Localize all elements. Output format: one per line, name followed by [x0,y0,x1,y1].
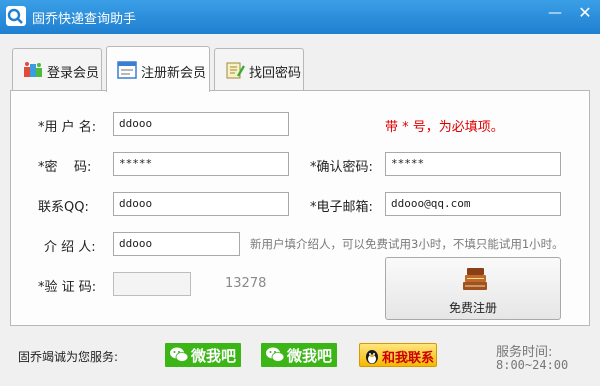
wechat-label-2: 微我吧 [287,347,333,365]
tab-login-label: 登录会员 [47,66,100,81]
captcha-input[interactable] [113,272,191,296]
referrer-label: 介 绍 人: [44,240,96,255]
window-title: 固乔快递查询助手 [32,12,137,27]
required-note: 带 * 号，为必填项。 [385,120,504,135]
login-members-icon [23,61,43,79]
close-button[interactable]: ✕ [570,0,600,28]
tab-recover-label: 找回密码 [249,66,302,81]
qq-penguin-icon [362,346,382,366]
recover-notepad-icon [225,61,245,79]
captcha-code: 13278 [225,276,267,291]
free-register-button[interactable]: 免费注册 [385,257,561,320]
service-hours: 8:00~24:00 [496,358,569,372]
referrer-hint: 新用户填介绍人，可以免费试用3小时，不填只能试用1小时。 [250,237,564,251]
referrer-input[interactable]: ddooo [113,232,240,256]
free-register-label: 免费注册 [448,301,497,315]
wechat-label-1: 微我吧 [191,347,237,365]
minimize-button[interactable]: — [540,0,570,28]
register-form-icon [117,61,137,79]
books-icon [460,264,490,294]
tab-register-label: 注册新会员 [141,66,207,81]
wechat-contact-button-2[interactable]: 微我吧 [261,343,337,367]
wechat-icon [169,346,189,364]
tab-recover-password[interactable]: 找回密码 [214,48,304,90]
tab-login[interactable]: 登录会员 [12,48,102,90]
service-intro: 固乔竭诚为您服务: [18,350,119,364]
username-label: *用 户 名: [38,120,97,135]
wechat-contact-button-1[interactable]: 微我吧 [165,343,241,367]
username-input[interactable]: ddooo [113,112,289,136]
qq-label: 联系QQ: [38,200,89,215]
password-input[interactable]: ***** [113,152,289,176]
email-label: *电子邮箱: [310,200,373,215]
qq-contact-label: 和我联系 [382,351,435,366]
qq-input[interactable]: ddooo [113,192,289,216]
wechat-icon [265,346,285,364]
captcha-label: *验 证 码: [38,280,97,295]
email-input[interactable]: ddooo@qq.com [385,192,561,216]
confirm-password-input[interactable]: ***** [385,152,561,176]
qq-contact-button[interactable]: 和我联系 [359,343,437,367]
confirm-password-label: *确认密码: [310,160,373,175]
tab-register[interactable]: 注册新会员 [106,46,210,92]
app-logo-icon [6,6,26,26]
title-bar: 固乔快递查询助手 — ✕ [0,0,600,34]
password-label: *密 码: [38,160,92,175]
